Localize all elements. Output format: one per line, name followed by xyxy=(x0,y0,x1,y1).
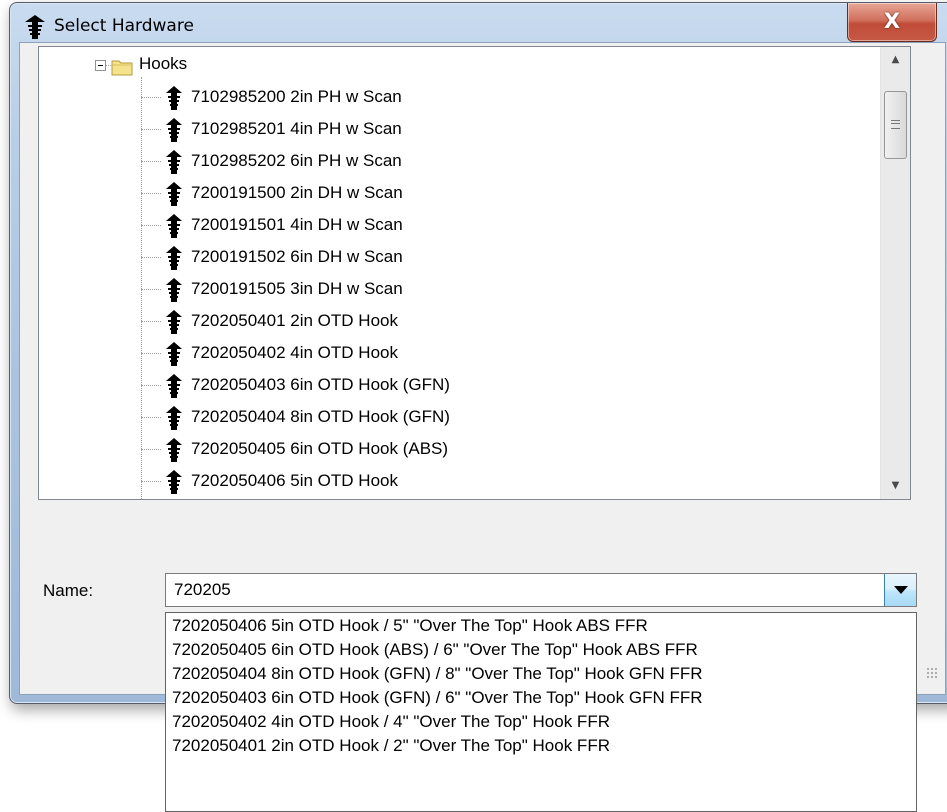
tree-item-label: 7202050402 4in OTD Hook xyxy=(191,343,398,362)
folder-icon xyxy=(111,60,133,76)
suggestion-item[interactable]: 7202050401 2in OTD Hook / 2" "Over The T… xyxy=(172,736,610,760)
title-bar[interactable]: Select Hardware X xyxy=(10,3,947,42)
tree-item[interactable]: 7102985202 6in PH w Scan xyxy=(39,145,879,177)
name-label: Name: xyxy=(43,581,94,600)
collapse-icon[interactable] xyxy=(95,60,106,71)
window-title: Select Hardware xyxy=(54,16,194,36)
tree-item[interactable]: 7200191505 3in DH w Scan xyxy=(39,273,879,305)
close-icon: X xyxy=(883,9,901,33)
tree-item[interactable]: 7200191502 6in DH w Scan xyxy=(39,241,879,273)
tree-item[interactable]: 7202050405 6in OTD Hook (ABS) xyxy=(39,433,879,465)
hardware-fastener-icon xyxy=(166,438,182,462)
tree-item[interactable]: 7202050402 4in OTD Hook xyxy=(39,337,879,369)
tree-item[interactable]: 7202050404 8in OTD Hook (GFN) xyxy=(39,401,879,433)
hardware-fastener-icon xyxy=(166,86,182,110)
hardware-fastener-icon xyxy=(166,342,182,366)
tree-item[interactable]: 7200191500 2in DH w Scan xyxy=(39,177,879,209)
close-button[interactable]: X xyxy=(847,3,937,42)
tree-item-label: 7102985202 6in PH w Scan xyxy=(191,151,402,170)
tree-item-label: 7202050405 6in OTD Hook (ABS) xyxy=(191,439,449,458)
tree-item-label: 7202050403 6in OTD Hook (GFN) xyxy=(191,375,450,394)
hardware-fastener-icon xyxy=(166,406,182,430)
scroll-up-icon[interactable]: ▲ xyxy=(881,47,910,73)
scroll-thumb[interactable] xyxy=(884,91,907,159)
tree-item-label: 7200191501 4in DH w Scan xyxy=(191,215,403,234)
suggestion-item[interactable]: 7202050404 8in OTD Hook (GFN) / 8" "Over… xyxy=(172,664,703,688)
tree-item-label: 7202050401 2in OTD Hook xyxy=(191,311,398,330)
hardware-fastener-icon xyxy=(166,214,182,238)
suggestion-item[interactable]: 7202050403 6in OTD Hook (GFN) / 6" "Over… xyxy=(172,688,703,712)
name-combobox[interactable] xyxy=(165,573,917,607)
name-input[interactable] xyxy=(170,574,883,606)
scroll-down-icon[interactable]: ▼ xyxy=(881,473,910,499)
hardware-fastener-icon xyxy=(166,118,182,142)
tree-item[interactable]: 7202050403 6in OTD Hook (GFN) xyxy=(39,369,879,401)
tree-item[interactable]: 7202050401 2in OTD Hook xyxy=(39,305,879,337)
hardware-fastener-icon xyxy=(166,278,182,302)
tree-item-label: 7202050404 8in OTD Hook (GFN) xyxy=(191,407,450,426)
dropdown-arrow-button[interactable] xyxy=(884,574,916,606)
hardware-fastener-icon xyxy=(166,150,182,174)
suggestion-item[interactable]: 7202050406 5in OTD Hook / 5" "Over The T… xyxy=(172,616,648,640)
tree-item-label: 7200191502 6in DH w Scan xyxy=(191,247,403,266)
name-suggestion-list[interactable]: 7202050406 5in OTD Hook / 5" "Over The T… xyxy=(165,612,917,812)
hardware-fastener-icon xyxy=(166,182,182,206)
suggestion-item[interactable]: 7202050405 6in OTD Hook (ABS) / 6" "Over… xyxy=(172,640,698,664)
suggestion-item[interactable]: 7202050402 4in OTD Hook / 4" "Over The T… xyxy=(172,712,610,736)
tree-item-label: 7102985200 2in PH w Scan xyxy=(191,87,402,106)
hardware-fastener-icon xyxy=(166,470,182,494)
tree-item-label: 7102985201 4in PH w Scan xyxy=(191,119,402,138)
tree-item-label: 7202050406 5in OTD Hook xyxy=(191,471,398,490)
hardware-fastener-icon xyxy=(25,15,45,39)
hardware-tree-view[interactable]: Hooks 7102985200 2in PH w Scan 710298520… xyxy=(38,46,911,500)
tree-item-label: 7200191505 3in DH w Scan xyxy=(191,279,403,298)
tree-folder-label: Hooks xyxy=(139,54,188,73)
tree-folder-hooks[interactable]: Hooks xyxy=(39,48,879,80)
tree-item-label: 7200191500 2in DH w Scan xyxy=(191,183,403,202)
tree-item[interactable]: 7202050406 5in OTD Hook xyxy=(39,465,879,497)
tree-item[interactable]: 7102985201 4in PH w Scan xyxy=(39,113,879,145)
tree-item[interactable]: 7102985200 2in PH w Scan xyxy=(39,81,879,113)
hardware-fastener-icon xyxy=(166,246,182,270)
resize-grip-icon[interactable] xyxy=(926,667,938,679)
hardware-fastener-icon xyxy=(166,374,182,398)
tree-item[interactable]: 7200191501 4in DH w Scan xyxy=(39,209,879,241)
tree-vertical-scrollbar[interactable]: ▲ ▼ xyxy=(880,47,910,499)
hardware-fastener-icon xyxy=(166,310,182,334)
